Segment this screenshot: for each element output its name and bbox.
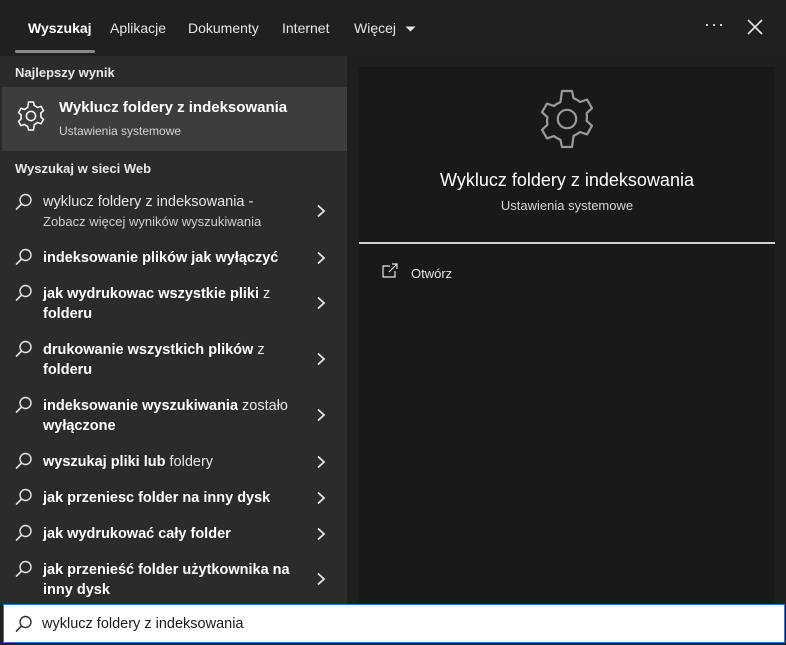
open-external-icon bbox=[382, 263, 398, 278]
web-result-item[interactable]: jak przenieść folder użytkownika na inny … bbox=[0, 558, 347, 602]
best-match-title: Wyklucz foldery z indeksowania bbox=[59, 99, 288, 116]
web-result-item[interactable]: wyszukaj pliki lub foldery bbox=[0, 450, 347, 474]
web-result-text: indeksowanie wyszukiwania zostało wyłączo… bbox=[43, 396, 293, 436]
web-result-query-bold: drukowanie wszystkich plików bbox=[43, 342, 254, 358]
web-result-query: jak wydrukować cały folder bbox=[43, 526, 231, 542]
chevron-right-icon bbox=[317, 204, 326, 218]
preview-panel: Wyklucz foldery z indeksowania Ustawieni… bbox=[359, 67, 775, 604]
search-icon bbox=[15, 248, 32, 266]
web-result-query-bold: indeksowanie wyszukiwania bbox=[43, 398, 239, 414]
search-icon bbox=[15, 452, 32, 470]
active-tab-indicator bbox=[15, 50, 95, 53]
results-panel: Najlepszy wynik Wyklucz foldery z indeks… bbox=[0, 56, 347, 604]
web-result-item[interactable]: jak wydrukowac wszystkie pliki z folderu bbox=[0, 282, 347, 326]
search-icon bbox=[15, 340, 32, 358]
gear-icon bbox=[540, 89, 594, 149]
search-tab-bar: Wyszukaj Aplikacje Dokumenty Internet Wi… bbox=[0, 0, 786, 56]
search-box[interactable] bbox=[3, 604, 785, 643]
web-result-text: drukowanie wszystkich plików z folderu bbox=[43, 340, 293, 380]
open-label: Otwórz bbox=[411, 266, 453, 281]
web-result-query-normal: foldery bbox=[165, 454, 214, 470]
search-icon bbox=[15, 193, 32, 211]
web-result-query-line2: inny dysk bbox=[43, 582, 110, 598]
web-result-item[interactable]: wyklucz foldery z indeksowania - Zobacz w… bbox=[0, 190, 347, 234]
tab-internet[interactable]: Internet bbox=[282, 20, 329, 36]
tab-more[interactable]: Więcej bbox=[354, 20, 416, 36]
search-icon bbox=[15, 524, 32, 542]
preview-title: Wyklucz foldery z indeksowania bbox=[440, 170, 694, 190]
chevron-down-icon bbox=[405, 26, 416, 32]
chevron-right-icon bbox=[317, 408, 326, 422]
open-button[interactable]: Otwórz bbox=[381, 263, 501, 287]
preview-divider bbox=[359, 242, 775, 244]
web-result-query-bold: jak wydrukowac wszystkie pliki bbox=[43, 286, 259, 302]
web-result-text: jak wydrukować cały folder bbox=[43, 524, 293, 544]
tab-more-label: Więcej bbox=[354, 20, 397, 36]
search-icon bbox=[15, 284, 32, 302]
web-result-item[interactable]: indeksowanie plików jak wyłączyć bbox=[0, 246, 347, 270]
web-result-query: indeksowanie plików jak wyłączyć bbox=[43, 250, 279, 266]
web-result-text: indeksowanie plików jak wyłączyć bbox=[43, 248, 293, 268]
chevron-right-icon bbox=[317, 296, 326, 310]
more-dots-icon[interactable]: ··· bbox=[704, 14, 725, 35]
web-result-query: wyklucz foldery z indeksowania - bbox=[43, 194, 254, 210]
web-result-query-normal: zostało bbox=[238, 398, 288, 414]
web-result-subtext: Zobacz więcej wyników wyszukiwania bbox=[43, 214, 262, 229]
web-result-query-line2: wyłączone bbox=[43, 418, 116, 434]
preview-subtitle: Ustawienia systemowe bbox=[500, 198, 634, 213]
web-result-item[interactable]: drukowanie wszystkich plików z folderu bbox=[0, 338, 347, 382]
tab-documents[interactable]: Dokumenty bbox=[188, 20, 259, 36]
web-result-text: jak wydrukowac wszystkie pliki z folderu bbox=[43, 284, 293, 324]
web-result-text: wyklucz foldery z indeksowania - Zobacz w… bbox=[43, 192, 293, 232]
chevron-right-icon bbox=[317, 352, 326, 366]
web-result-query-line2: folderu bbox=[43, 306, 93, 322]
web-result-query-line2: folderu bbox=[43, 362, 93, 378]
web-result-query-bold: wyszukaj pliki lub bbox=[43, 454, 166, 470]
web-result-query: jak przeniesc folder na inny dysk bbox=[43, 490, 271, 506]
web-result-item[interactable]: jak przeniesc folder na inny dysk bbox=[0, 486, 347, 510]
best-match-heading: Najlepszy wynik bbox=[15, 65, 115, 80]
tab-apps[interactable]: Aplikacje bbox=[110, 20, 166, 36]
search-icon bbox=[15, 615, 32, 633]
web-search-heading: Wyszukaj w sieci Web bbox=[15, 161, 152, 176]
search-icon bbox=[15, 396, 32, 414]
web-result-query-bold: jak przenieść folder użytkownika na bbox=[43, 562, 290, 578]
web-result-text: jak przeniesc folder na inny dysk bbox=[43, 488, 293, 508]
web-result-item[interactable]: jak wydrukować cały folder bbox=[0, 522, 347, 546]
tab-search[interactable]: Wyszukaj bbox=[28, 20, 92, 36]
chevron-right-icon bbox=[317, 491, 326, 505]
search-input[interactable] bbox=[42, 611, 762, 637]
gear-icon bbox=[17, 101, 45, 131]
best-match-subtitle: Ustawienia systemowe bbox=[59, 124, 182, 138]
chevron-right-icon bbox=[317, 527, 326, 541]
search-icon bbox=[15, 560, 32, 578]
web-result-item[interactable]: indeksowanie wyszukiwania zostało wyłączo… bbox=[0, 394, 347, 438]
web-result-text: jak przenieść folder użytkownika na inny … bbox=[43, 560, 293, 600]
web-result-text: wyszukaj pliki lub foldery bbox=[43, 452, 293, 472]
close-icon[interactable] bbox=[744, 16, 766, 38]
chevron-right-icon bbox=[317, 251, 326, 265]
best-match-result[interactable]: Wyklucz foldery z indeksowania Ustawieni… bbox=[2, 87, 347, 151]
web-result-query-normal: z bbox=[253, 342, 265, 358]
search-icon bbox=[15, 488, 32, 506]
chevron-right-icon bbox=[317, 572, 326, 586]
web-result-query-normal: z bbox=[259, 286, 271, 302]
chevron-right-icon bbox=[317, 455, 326, 469]
